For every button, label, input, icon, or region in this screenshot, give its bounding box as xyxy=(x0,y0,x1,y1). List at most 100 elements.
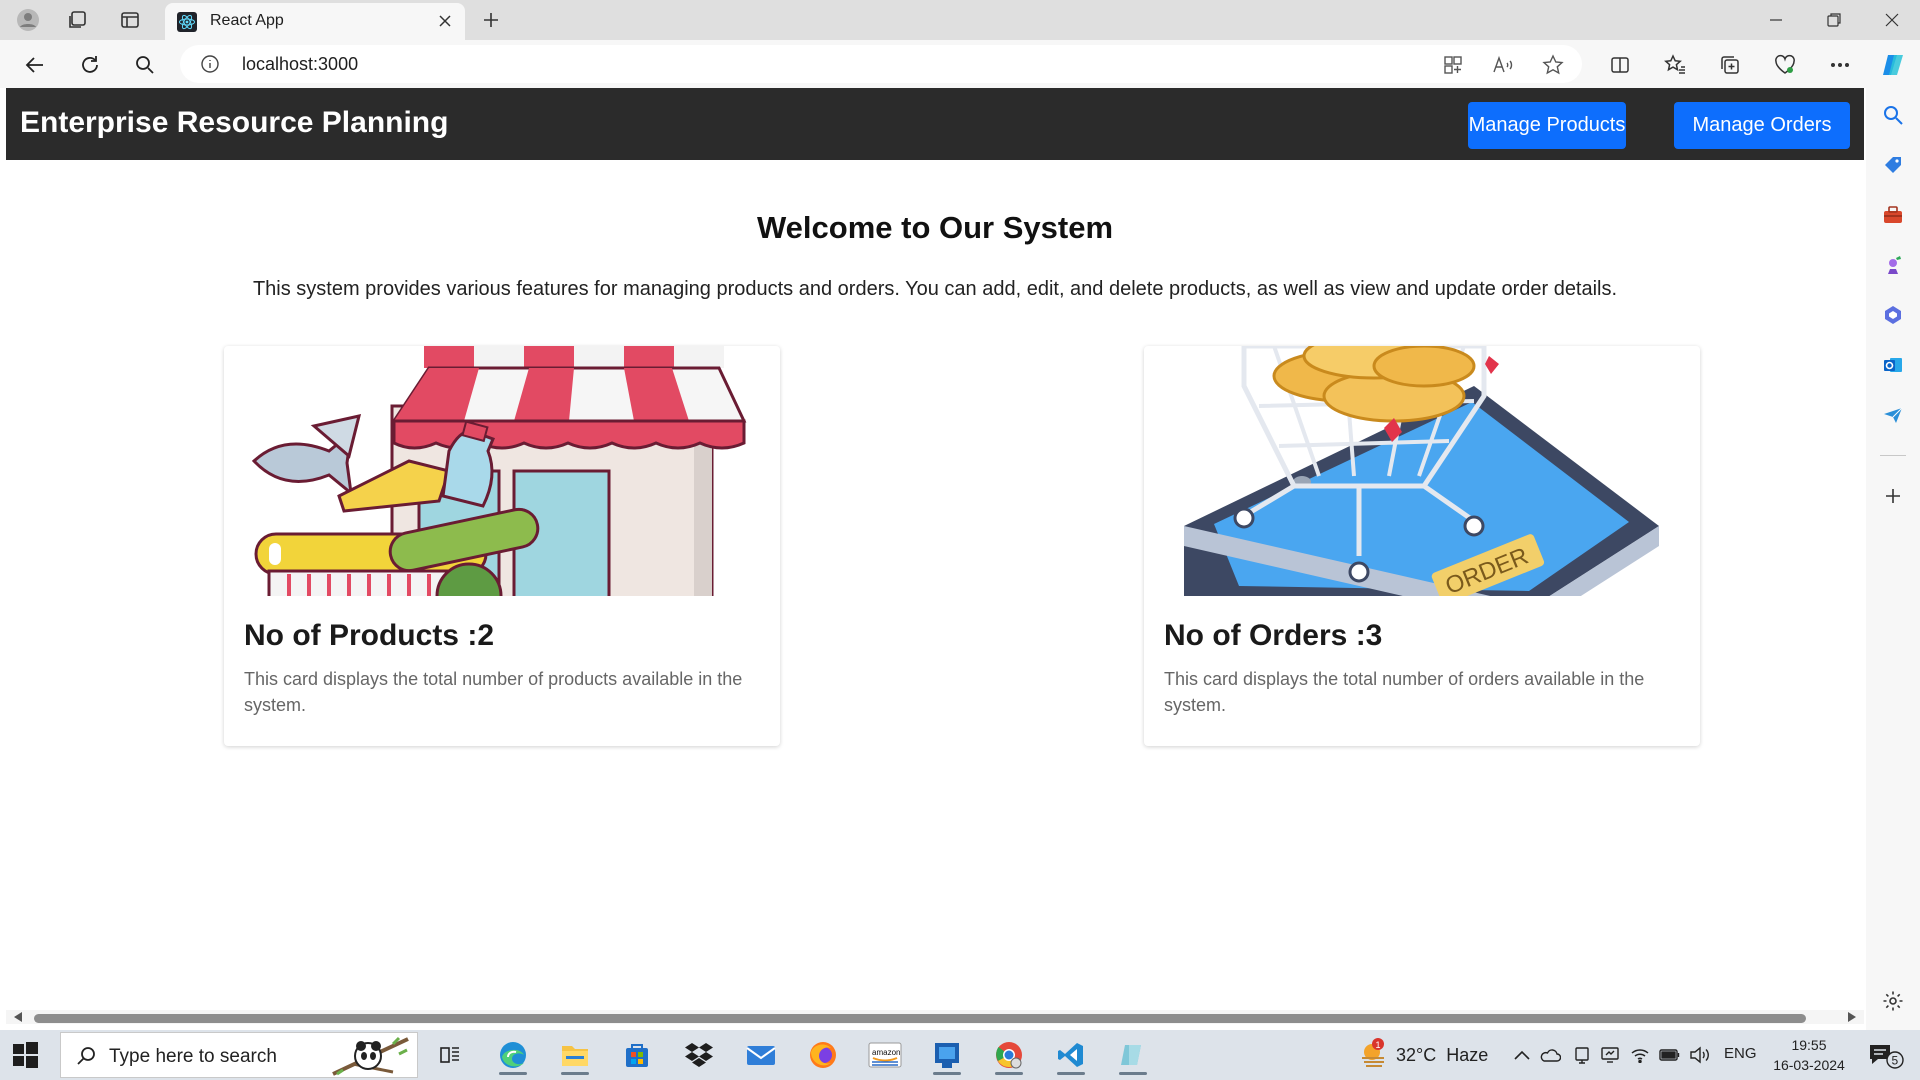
add-sidebar-app-icon[interactable] xyxy=(1880,483,1906,509)
site-info-icon[interactable] xyxy=(200,54,220,74)
orders-card: ORDER No of Orders :3 This card displays… xyxy=(1144,346,1700,746)
sidebar-settings-icon[interactable] xyxy=(1880,988,1906,1014)
tab-actions-icon[interactable] xyxy=(116,6,144,34)
edge-running-indicator xyxy=(499,1072,527,1075)
snipping-tool-icon[interactable] xyxy=(1107,1035,1159,1075)
url-text: localhost:3000 xyxy=(242,54,359,74)
windows-start-icon[interactable] xyxy=(10,1040,40,1070)
page-viewport: Enterprise Resource Planning Manage Prod… xyxy=(6,88,1864,1017)
split-screen-icon[interactable] xyxy=(1605,50,1635,80)
orders-count-title: No of Orders :3 xyxy=(1164,619,1383,652)
dropbox-icon[interactable] xyxy=(673,1035,725,1075)
favorite-star-icon[interactable] xyxy=(1540,52,1566,78)
app-brand[interactable]: Enterprise Resource Planning xyxy=(20,106,448,140)
games-icon[interactable] xyxy=(1880,252,1906,278)
battery-icon[interactable] xyxy=(1658,1043,1682,1067)
blue-app-icon[interactable] xyxy=(921,1035,973,1075)
language-indicator[interactable]: ENG xyxy=(1724,1045,1757,1062)
mail-icon[interactable] xyxy=(735,1035,787,1075)
page-title: Welcome to Our System xyxy=(756,210,1114,245)
new-tab-icon[interactable] xyxy=(477,6,505,34)
microsoft-365-icon[interactable] xyxy=(1880,302,1906,328)
vscode-icon[interactable] xyxy=(1045,1035,1097,1075)
workspaces-icon[interactable] xyxy=(64,6,92,34)
sidebar-divider xyxy=(1880,455,1906,456)
read-aloud-icon[interactable] xyxy=(1490,52,1516,78)
amazon-label: amazon xyxy=(872,1048,900,1057)
restore-icon[interactable] xyxy=(1806,0,1862,40)
notification-count: 5 xyxy=(1892,1054,1899,1068)
app-navbar: Enterprise Resource Planning Manage Prod… xyxy=(6,88,1864,160)
haze-weather-icon: 1 xyxy=(1362,1038,1384,1067)
manage-orders-button[interactable]: Manage Orders xyxy=(1674,102,1850,149)
display-settings-icon[interactable] xyxy=(1598,1043,1622,1067)
manage-products-button[interactable]: Manage Products xyxy=(1468,102,1626,149)
scroll-left-icon[interactable] xyxy=(12,1011,24,1023)
clock-time: 19:55 xyxy=(1791,1037,1827,1053)
copilot-icon[interactable] xyxy=(1878,50,1908,80)
more-options-icon[interactable] xyxy=(1825,50,1855,80)
collections-icon[interactable] xyxy=(1715,50,1745,80)
outlook-icon[interactable] xyxy=(1880,352,1906,378)
orders-card-text: This card displays the total number of o… xyxy=(1164,669,1645,715)
taskbar-search-icon xyxy=(77,1047,95,1065)
taskbar-search-input[interactable]: Type here to search xyxy=(60,1032,418,1078)
windows-taskbar: Type here to search amazon 1 32°C Haze E… xyxy=(0,1030,1920,1080)
react-logo-icon xyxy=(177,12,197,32)
edge-browser-icon[interactable] xyxy=(487,1035,539,1075)
clock[interactable]: 19:55 16-03-2024 xyxy=(1770,1035,1848,1075)
shop-illustration-icon xyxy=(224,346,780,596)
shopping-tag-icon[interactable] xyxy=(1880,152,1906,178)
back-icon[interactable] xyxy=(20,50,50,80)
app-available-icon[interactable] xyxy=(1440,52,1466,78)
profile-icon[interactable] xyxy=(14,6,42,34)
notification-center-icon[interactable]: 5 xyxy=(1866,1040,1906,1070)
chrome-running-indicator xyxy=(995,1072,1023,1075)
firefox-icon[interactable] xyxy=(797,1035,849,1075)
snipping-running-indicator xyxy=(1119,1072,1147,1075)
microsoft-store-icon[interactable] xyxy=(611,1035,663,1075)
explorer-running-indicator xyxy=(561,1072,589,1075)
close-window-icon[interactable] xyxy=(1864,0,1920,40)
browser-toolbar: localhost:3000 xyxy=(0,40,1920,88)
refresh-icon[interactable] xyxy=(75,50,105,80)
browser-essentials-icon[interactable] xyxy=(1770,50,1800,80)
show-hidden-icons-chevron-icon[interactable] xyxy=(1510,1043,1534,1067)
weather-text: 32°C Haze xyxy=(1396,1044,1489,1065)
sidebar-search-icon[interactable] xyxy=(1880,102,1906,128)
horizontal-scrollbar[interactable] xyxy=(6,1010,1864,1024)
amazon-icon[interactable]: amazon xyxy=(859,1035,911,1075)
browser-titlebar: React App xyxy=(0,0,1920,40)
taskbar-search-placeholder: Type here to search xyxy=(109,1046,277,1067)
weather-badge: 1 xyxy=(1376,1040,1381,1050)
browser-sidebar xyxy=(1866,88,1920,1030)
file-explorer-icon[interactable] xyxy=(549,1035,601,1075)
vscode-running-indicator xyxy=(1057,1072,1085,1075)
products-count-title: No of Products :2 xyxy=(244,619,495,652)
shopping-cart-illustration-icon: ORDER xyxy=(1144,346,1700,596)
favorites-icon[interactable] xyxy=(1660,50,1690,80)
panda-search-highlight-icon xyxy=(332,1036,409,1076)
onedrive-icon[interactable] xyxy=(1538,1043,1562,1067)
page-description: This system provides various features fo… xyxy=(252,278,1618,300)
device-icon[interactable] xyxy=(1570,1043,1594,1067)
blue-app-running-indicator xyxy=(933,1072,961,1075)
send-icon[interactable] xyxy=(1880,402,1906,428)
search-icon[interactable] xyxy=(130,50,160,80)
wifi-icon[interactable] xyxy=(1628,1043,1652,1067)
chrome-icon[interactable] xyxy=(983,1035,1035,1075)
clock-date: 16-03-2024 xyxy=(1773,1057,1845,1073)
weather-widget[interactable]: 1 32°C Haze xyxy=(1358,1038,1489,1068)
products-card-text: This card displays the total number of p… xyxy=(244,669,743,715)
tools-icon[interactable] xyxy=(1880,202,1906,228)
scroll-right-icon[interactable] xyxy=(1846,1011,1858,1023)
close-tab-icon[interactable] xyxy=(433,9,457,33)
volume-icon[interactable] xyxy=(1688,1043,1712,1067)
task-view-icon[interactable] xyxy=(424,1035,476,1075)
browser-tab-active[interactable]: React App xyxy=(165,3,465,40)
address-bar[interactable]: localhost:3000 xyxy=(180,45,1582,83)
tab-title: React App xyxy=(210,12,284,29)
products-card: No of Products :2 This card displays the… xyxy=(224,346,780,746)
scrollbar-thumb[interactable] xyxy=(34,1014,1806,1023)
minimize-icon[interactable] xyxy=(1748,0,1804,40)
